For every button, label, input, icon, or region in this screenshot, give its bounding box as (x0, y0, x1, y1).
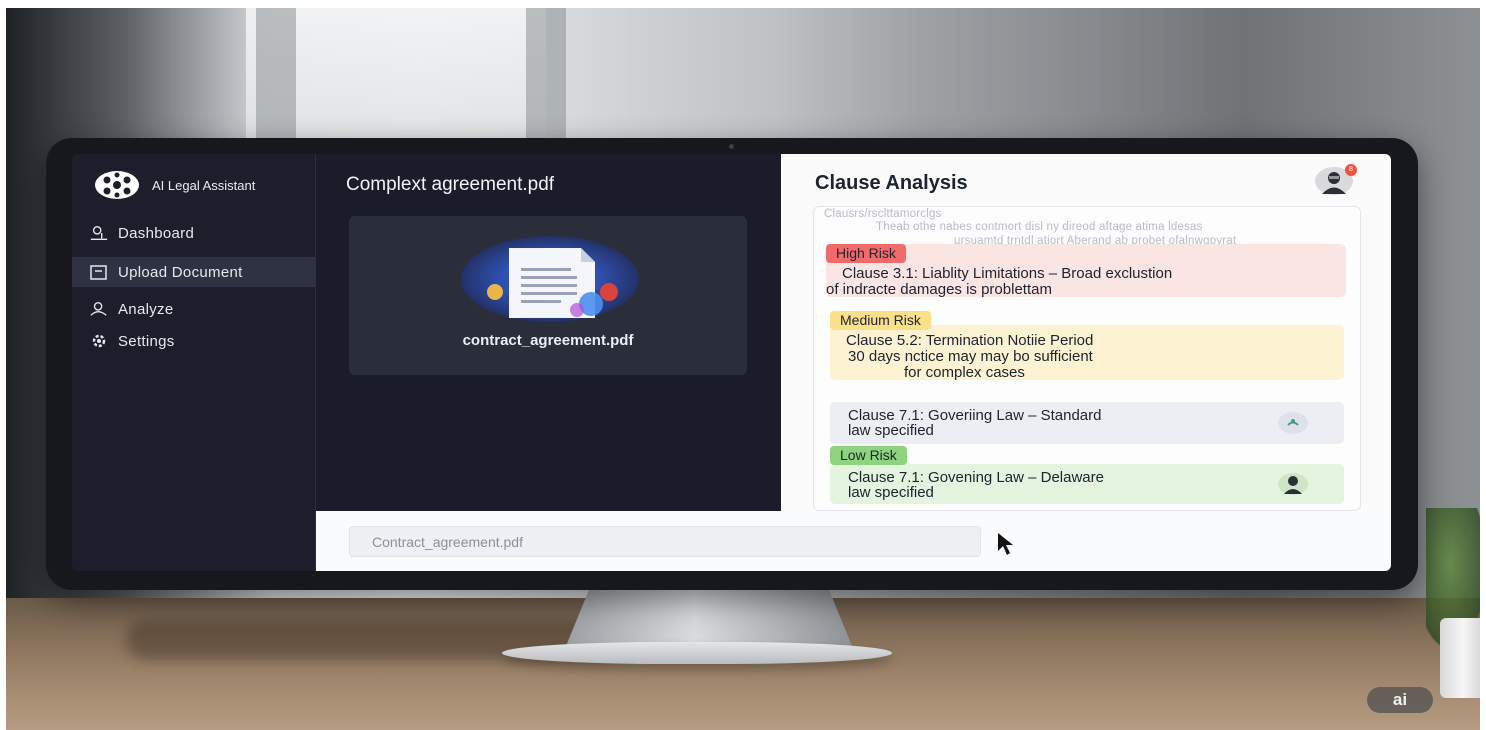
sidebar-item-dashboard[interactable]: Dashboard (72, 218, 316, 248)
brand: AI Legal Assistant (94, 170, 255, 200)
app-screen: AI Legal Assistant Dashboard Upload Docu… (72, 154, 1391, 571)
ghost-text: Theab othe nabes contmort disl ny direod… (876, 221, 1203, 233)
cup (1440, 618, 1480, 698)
clause-text: Clause 3.1: Liablity Limitations – Broad… (842, 265, 1173, 282)
gear-icon (90, 332, 108, 350)
bottom-bar (316, 511, 1391, 571)
sidebar: AI Legal Assistant Dashboard Upload Docu… (72, 154, 316, 571)
clause-text: Clause 5.2: Termination Notiie Period (846, 332, 1094, 349)
document-card[interactable]: contract_agreement.pdf (349, 216, 747, 375)
sidebar-item-upload-document[interactable]: Upload Document (72, 257, 316, 287)
clause-list: Clausrs/rsclttamorclgs Theab othe nabes … (813, 206, 1361, 511)
risk-tag-low: Low Risk (830, 446, 907, 465)
avatar (1278, 473, 1308, 495)
risk-tag-medium: Medium Risk (830, 311, 931, 330)
window-frame (256, 8, 296, 148)
risk-card-medium[interactable]: Medium Risk Clause 5.2: Termination Noti… (830, 311, 1344, 381)
logo-icon (94, 170, 140, 200)
clause-text: 30 days nctice may may bo sufficient (848, 348, 1093, 365)
sidebar-item-settings[interactable]: Settings (72, 326, 316, 356)
risk-card-neutral[interactable]: Clause 7.1: Goveriing Law – Standard law… (830, 402, 1344, 444)
clause-text: for complex cases (904, 364, 1025, 381)
sidebar-item-label: Dashboard (118, 224, 195, 242)
camera-icon (729, 144, 734, 149)
monitor-stand (566, 590, 852, 646)
ghost-text: Clausrs/rsclttamorclgs (824, 208, 942, 220)
risk-card-low[interactable]: Low Risk Clause 7.1: Govening Law – Dela… (830, 446, 1344, 504)
user-icon (90, 300, 108, 318)
status-icon (1278, 412, 1308, 434)
clause-text: of indracte damages is problettam (826, 281, 1052, 298)
risk-tag-high: High Risk (826, 244, 906, 263)
upload-icon (90, 263, 108, 281)
window-frame (526, 8, 566, 148)
document-file-name: contract_agreement.pdf (462, 332, 634, 349)
watermark-badge: ai (1367, 687, 1433, 713)
clause-analysis-panel: Clause Analysis 8 Clausrs/rsclttamorclgs… (781, 154, 1391, 511)
document-title: Complext agreement.pdf (346, 174, 555, 195)
sidebar-item-label: Analyze (118, 300, 174, 318)
sidebar-item-analyze[interactable]: Analyze (72, 294, 316, 324)
sidebar-item-label: Upload Document (118, 263, 243, 281)
document-icon (487, 248, 618, 318)
clause-text: law specified (848, 422, 934, 439)
risk-card-high[interactable]: High Risk Clause 3.1: Liablity Limitatio… (826, 244, 1346, 298)
brand-name: AI Legal Assistant (152, 177, 256, 193)
file-name-field[interactable] (349, 526, 981, 557)
user-icon (90, 224, 108, 242)
mouse-cursor-icon (998, 533, 1013, 555)
clause-text: law specified (848, 484, 934, 501)
sidebar-item-label: Settings (118, 332, 175, 350)
panel-title: Clause Analysis (815, 172, 968, 194)
document-panel: Complext agreement.pdf contract_agreemen… (316, 154, 781, 511)
notification-badge: 8 (1345, 164, 1357, 176)
monitor-base (502, 642, 892, 664)
